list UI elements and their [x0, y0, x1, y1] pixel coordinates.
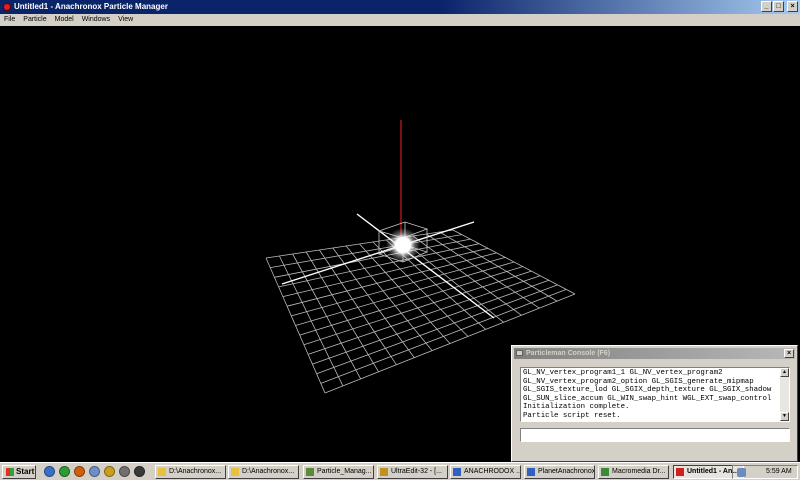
media-icon[interactable] — [134, 466, 145, 477]
biohazard-icon[interactable] — [104, 466, 115, 477]
menu-windows[interactable]: Windows — [78, 14, 114, 26]
console-log-line: GL_SUN_slice_accum GL_WIN_swap_hint WGL_… — [523, 394, 772, 403]
menu-file[interactable]: File — [0, 14, 19, 26]
menu-model[interactable]: Model — [51, 14, 78, 26]
system-tray: 5:59 AM — [732, 465, 798, 479]
menu-view[interactable]: View — [114, 14, 137, 26]
taskbar-button[interactable]: Macromedia Dr... — [598, 465, 669, 479]
web-icon — [453, 468, 461, 476]
taskbar-button[interactable]: UltraEdit-32 - [... — [377, 465, 448, 479]
close-button[interactable]: × — [787, 1, 798, 12]
taskbar-button-label: Particle_Manag... — [317, 468, 372, 475]
taskbar-button-label: Untitled1 - An... — [687, 468, 739, 475]
console-log-line: Particle script reset. — [523, 411, 621, 420]
taskbar-button[interactable]: Particle_Manag... — [303, 465, 374, 479]
green-check-icon[interactable] — [59, 466, 70, 477]
grid-line — [307, 275, 541, 355]
ultraedit-icon — [380, 468, 388, 476]
document-icon — [306, 468, 314, 476]
window-title: Untitled1 - Anachronox Particle Manager — [14, 2, 168, 11]
console-log-line: Initialization complete. — [523, 403, 630, 412]
start-button[interactable]: Start — [2, 465, 36, 479]
folder-icon — [158, 468, 166, 476]
app-icon — [676, 468, 684, 476]
console-log-lines: GL_NV_vertex_program1_1 GL_NV_vertex_pro… — [523, 369, 777, 421]
scroll-down-icon[interactable]: ▼ — [780, 412, 789, 421]
particle-emitter-core — [395, 237, 411, 253]
console-log-line: GL_SGIS_texture_lod GL_SGIX_depth_textur… — [523, 386, 772, 395]
dreamweaver-icon — [601, 468, 609, 476]
taskbar: Start D:\Anachronox... D:\Anachronox... Pa… — [0, 462, 800, 480]
ie-icon[interactable] — [44, 466, 55, 477]
scroll-up-icon[interactable]: ▲ — [780, 368, 789, 377]
console-window-icon — [516, 350, 523, 356]
maximize-button[interactable]: □ — [773, 1, 784, 12]
gear-icon[interactable] — [119, 466, 130, 477]
grid-line — [426, 233, 540, 309]
menu-bar: File Particle Model Windows View — [0, 14, 800, 26]
console-title: Particleman Console (F6) — [526, 350, 611, 357]
console-log[interactable]: GL_NV_vertex_program1_1 GL_NV_vertex_pro… — [520, 367, 790, 422]
taskbar-button[interactable]: D:\Anachronox... — [155, 465, 226, 479]
console-title-bar[interactable]: Particleman Console (F6) × — [514, 348, 795, 359]
console-log-line: GL_NV_vertex_program1_1 GL_NV_vertex_pro… — [523, 369, 723, 377]
web-icon — [527, 468, 535, 476]
taskbar-button-label: Macromedia Dr... — [612, 468, 666, 475]
taskbar-button[interactable]: ANACHRODOX ... — [450, 465, 521, 479]
clock[interactable]: 5:59 AM — [766, 466, 792, 478]
grid-line — [295, 261, 515, 326]
start-label: Start — [16, 467, 35, 476]
taskbar-button[interactable]: PlanetAnachronox — [524, 465, 595, 479]
taskbar-button-label: D:\Anachronox... — [169, 468, 222, 475]
network-icon[interactable] — [737, 468, 746, 477]
globe-icon[interactable] — [89, 466, 100, 477]
grid-line — [303, 270, 532, 346]
console-close-button[interactable]: × — [784, 349, 794, 358]
taskbar-button[interactable]: D:\Anachronox... — [228, 465, 299, 479]
menu-particle[interactable]: Particle — [19, 14, 50, 26]
window-title-bar[interactable]: Untitled1 - Anachronox Particle Manager … — [0, 0, 800, 14]
taskbar-button-label: PlanetAnachronox — [538, 468, 595, 475]
taskbar-button-label: D:\Anachronox... — [242, 468, 295, 475]
windows-logo-icon — [6, 468, 14, 476]
console-window[interactable]: Particleman Console (F6) × GL_NV_vertex_… — [511, 345, 798, 462]
taskbar-button-label: ANACHRODOX ... — [464, 468, 521, 475]
console-scrollbar[interactable]: ▲ ▼ — [780, 368, 789, 421]
folder-icon — [231, 468, 239, 476]
console-log-line: GL_NV_vertex_program2_option GL_SGIS_gen… — [523, 377, 754, 386]
red-arrow-icon[interactable] — [74, 466, 85, 477]
minimize-button[interactable]: _ — [761, 1, 772, 12]
app-icon[interactable] — [3, 3, 11, 11]
taskbar-button-label: UltraEdit-32 - [... — [391, 468, 442, 475]
console-command-input[interactable] — [520, 428, 790, 442]
